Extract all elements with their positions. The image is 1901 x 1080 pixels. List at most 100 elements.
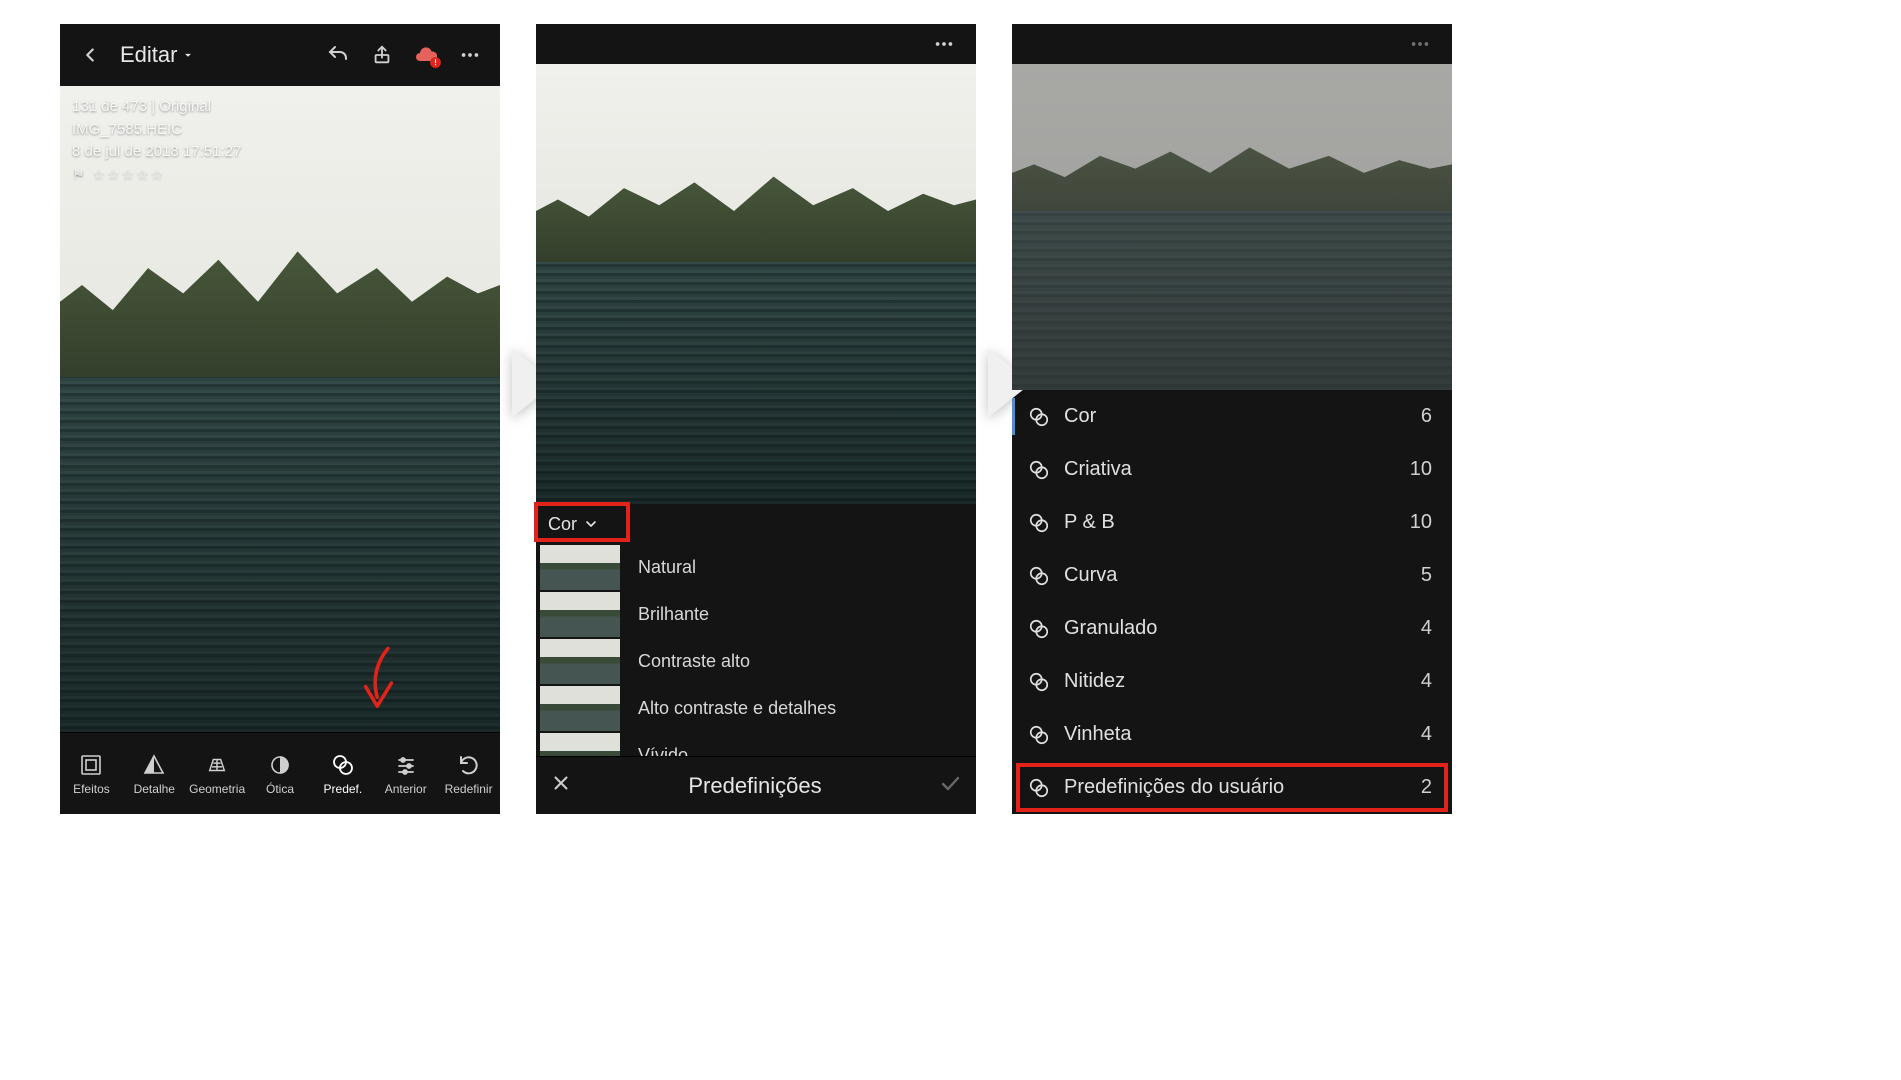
image-info-overlay: 131 de 473 | Original IMG_7585.HEIC 8 de… bbox=[72, 96, 241, 185]
tool-effects[interactable]: Efeitos bbox=[60, 733, 123, 814]
presets-icon bbox=[1028, 618, 1050, 640]
preset-category-item[interactable]: Criativa 10 bbox=[1012, 443, 1452, 496]
preset-name: Natural bbox=[638, 557, 696, 578]
close-button[interactable] bbox=[550, 772, 572, 799]
panel-footer: Predefinições bbox=[536, 756, 976, 814]
mode-dropdown[interactable]: Editar bbox=[114, 42, 201, 68]
photo-preview[interactable]: 131 de 473 | Original IMG_7585.HEIC 8 de… bbox=[60, 86, 500, 732]
bottom-toolbar: Efeitos Detalhe Geometria Ótica bbox=[60, 732, 500, 814]
preset-name: Contraste alto bbox=[638, 651, 750, 672]
undo-icon bbox=[326, 43, 350, 67]
photo-preview[interactable] bbox=[536, 64, 976, 504]
category-label: Curva bbox=[1064, 564, 1117, 587]
presets-icon bbox=[1028, 459, 1050, 481]
category-label: Nitidez bbox=[1064, 670, 1125, 693]
more-button[interactable] bbox=[924, 24, 964, 64]
cloud-alert-button[interactable] bbox=[406, 35, 446, 75]
preset-name: Alto contraste e detalhes bbox=[638, 698, 836, 719]
reset-icon bbox=[456, 752, 482, 778]
category-count: 10 bbox=[1410, 511, 1432, 534]
tool-label: Efeitos bbox=[73, 782, 110, 796]
more-horizontal-icon bbox=[933, 33, 955, 55]
preset-category-dropdown[interactable]: Cor bbox=[536, 504, 976, 544]
rating-stars[interactable]: ⚑ ☆☆☆☆☆ bbox=[72, 164, 241, 185]
preset-category-list: Cor 6 Criativa 10 P & B 10 Curva 5 Granu… bbox=[1012, 390, 1452, 814]
topbar: Editar bbox=[60, 24, 500, 86]
photo-preview[interactable] bbox=[1012, 64, 1452, 390]
category-count: 5 bbox=[1421, 564, 1432, 587]
category-count: 4 bbox=[1421, 617, 1432, 640]
presets-icon bbox=[330, 752, 356, 778]
tool-label: Ótica bbox=[266, 782, 294, 796]
detail-icon bbox=[141, 752, 167, 778]
optics-icon bbox=[267, 752, 293, 778]
presets-icon bbox=[1028, 512, 1050, 534]
preset-category-item[interactable]: P & B 10 bbox=[1012, 496, 1452, 549]
back-button[interactable] bbox=[70, 35, 110, 75]
tool-label: Geometria bbox=[189, 782, 245, 796]
preset-item[interactable]: Natural bbox=[536, 544, 976, 591]
category-count: 4 bbox=[1421, 723, 1432, 746]
tool-previous[interactable]: Anterior bbox=[374, 733, 437, 814]
preset-item[interactable]: Vívido bbox=[536, 732, 976, 756]
caret-down-icon bbox=[181, 48, 195, 62]
preset-thumbnail bbox=[540, 545, 620, 590]
tool-label: Anterior bbox=[385, 782, 427, 796]
preset-category-item[interactable]: Curva 5 bbox=[1012, 549, 1452, 602]
previous-icon bbox=[393, 752, 419, 778]
more-horizontal-icon bbox=[459, 44, 481, 66]
tool-reset[interactable]: Redefinir bbox=[437, 733, 500, 814]
preset-thumbnail bbox=[540, 686, 620, 731]
phone-screen-1: Editar 131 de 473 | Original IMG_75 bbox=[60, 24, 500, 814]
topbar bbox=[1012, 24, 1452, 64]
more-button[interactable] bbox=[450, 35, 490, 75]
preset-item[interactable]: Contraste alto bbox=[536, 638, 976, 685]
undo-button[interactable] bbox=[318, 35, 358, 75]
preset-category-item[interactable]: Vinheta 4 bbox=[1012, 708, 1452, 761]
alert-badge-icon bbox=[429, 56, 442, 69]
category-label: Predefinições do usuário bbox=[1064, 776, 1284, 799]
tool-label: Redefinir bbox=[445, 782, 493, 796]
more-button[interactable] bbox=[1400, 24, 1440, 64]
preset-name: Brilhante bbox=[638, 604, 709, 625]
image-filename: IMG_7585.HEIC bbox=[72, 119, 241, 142]
geometry-icon bbox=[204, 752, 230, 778]
tool-presets[interactable]: Predef. bbox=[311, 733, 374, 814]
category-label: Vinheta bbox=[1064, 723, 1131, 746]
preset-category-item[interactable]: Granulado 4 bbox=[1012, 602, 1452, 655]
preset-thumbnail bbox=[540, 592, 620, 637]
preset-category-item-user[interactable]: Predefinições do usuário 2 bbox=[1012, 761, 1452, 814]
preset-item[interactable]: Brilhante bbox=[536, 591, 976, 638]
category-label: Granulado bbox=[1064, 617, 1157, 640]
tool-label: Detalhe bbox=[134, 782, 175, 796]
preset-list: Natural Brilhante Contraste alto Alto co… bbox=[536, 544, 976, 756]
presets-icon bbox=[1028, 406, 1050, 428]
category-count: 6 bbox=[1421, 405, 1432, 428]
tool-geometry[interactable]: Geometria bbox=[186, 733, 249, 814]
preset-category-item[interactable]: Nitidez 4 bbox=[1012, 655, 1452, 708]
presets-icon bbox=[1028, 565, 1050, 587]
tool-label: Predef. bbox=[324, 782, 363, 796]
presets-icon bbox=[1028, 671, 1050, 693]
phone-screen-2: Cor Natural Brilhante Contraste alto Alt… bbox=[536, 24, 976, 814]
chevron-left-icon bbox=[79, 44, 101, 66]
preset-thumbnail bbox=[540, 639, 620, 684]
preset-category-item[interactable]: Cor 6 bbox=[1012, 390, 1452, 443]
preset-item[interactable]: Alto contraste e detalhes bbox=[536, 685, 976, 732]
preset-thumbnail bbox=[540, 733, 620, 756]
panel-title: Predefinições bbox=[572, 773, 938, 799]
presets-icon bbox=[1028, 724, 1050, 746]
share-button[interactable] bbox=[362, 35, 402, 75]
mode-label: Editar bbox=[120, 42, 177, 68]
confirm-button[interactable] bbox=[938, 771, 962, 800]
phone-screen-3: Cor 6 Criativa 10 P & B 10 Curva 5 Granu… bbox=[1012, 24, 1452, 814]
tool-optics[interactable]: Ótica bbox=[249, 733, 312, 814]
tool-detail[interactable]: Detalhe bbox=[123, 733, 186, 814]
category-label: Criativa bbox=[1064, 458, 1132, 481]
close-icon bbox=[550, 772, 572, 794]
chevron-down-icon bbox=[583, 516, 599, 532]
share-icon bbox=[371, 44, 393, 66]
presets-icon bbox=[1028, 777, 1050, 799]
check-icon bbox=[938, 771, 962, 795]
more-horizontal-icon bbox=[1409, 33, 1431, 55]
